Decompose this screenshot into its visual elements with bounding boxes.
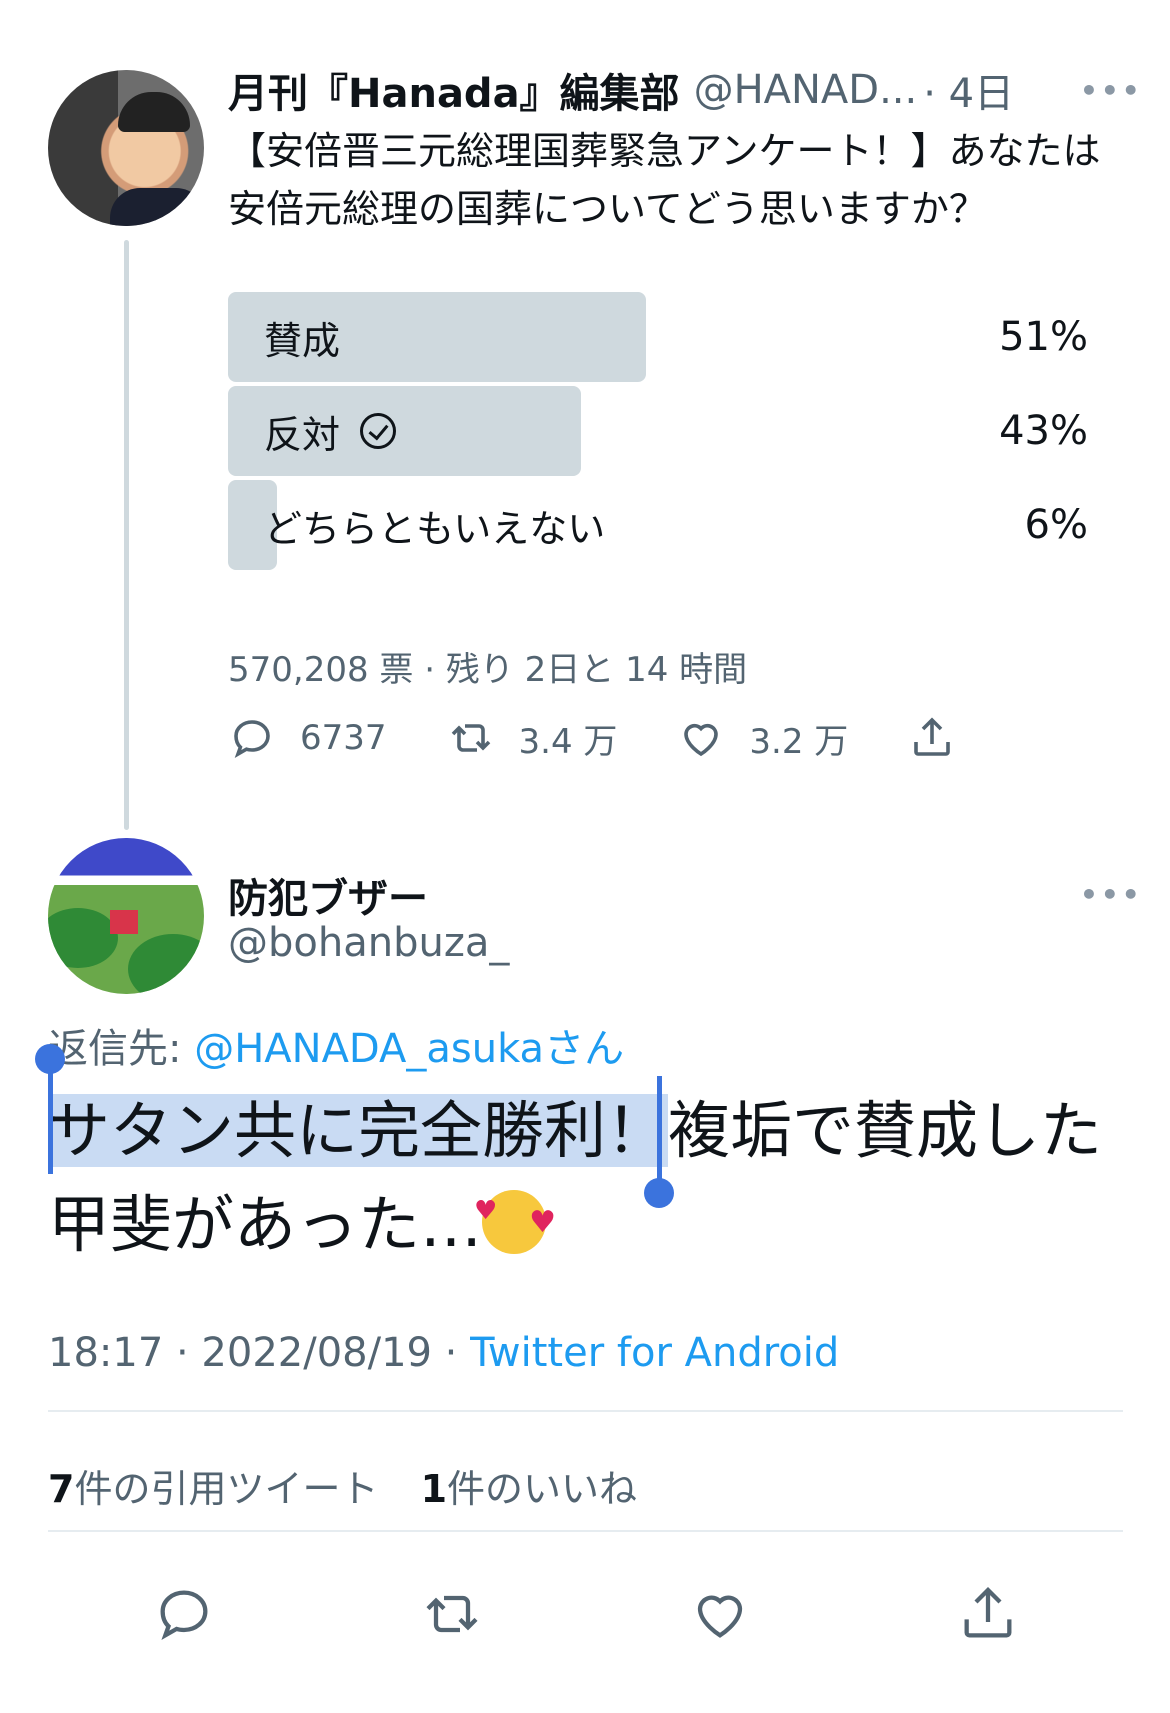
quoted-more-options-icon[interactable]: ••• [1080,74,1143,107]
replying-to-line: 返信先: @HANADA_asukaさん [48,1016,624,1074]
poll-option-percent: 43% [999,408,1088,454]
replying-to-prefix: 返信先: [48,1026,195,1072]
tweet-timestamp: 18:17 · 2022/08/19 · Twitter for Android [48,1330,839,1376]
heart-icon [684,723,719,757]
poll-option: 賛成 51% [228,292,1088,382]
heart-icon[interactable] [688,1582,752,1646]
poll-option-label: 反対 [264,412,341,457]
like-count: 3.2 万 [749,721,849,762]
avatar-suit-shape [110,188,204,226]
divider [48,1530,1123,1532]
reply-author-handle[interactable]: @bohanbuza_ [228,920,509,966]
quoted-author-handle[interactable]: @HANAD... [694,67,918,113]
divider [48,1410,1123,1412]
poll-option-label-wrap: 反対 [264,386,397,476]
reply-action-bar [0,1582,1170,1652]
quoted-author-avatar[interactable] [48,70,204,226]
poll-option: どちらともいえない 6% [228,480,1088,570]
avatar-house-shape [110,910,138,934]
avatar-hair-shape [118,92,190,132]
avatar-hill-shape [128,934,204,994]
reply-more-options-icon[interactable]: ••• [1080,878,1143,911]
share-action[interactable] [908,714,956,762]
poll-option: 反対 43% [228,386,1088,476]
smiling-face-with-hearts-icon [474,1164,556,1270]
retweet-count: 3.4 万 [518,721,618,762]
poll-option-percent: 51% [999,314,1088,360]
reply-action[interactable]: 6737 [228,714,387,762]
likes-stat[interactable]: 1件のいいね [421,1467,637,1511]
selection-start-handle[interactable] [35,1044,65,1174]
engagement-stats: 7件の引用ツイート 1件のいいね [48,1458,637,1513]
poll-option-percent: 6% [1024,502,1088,548]
reply-icon [234,720,270,758]
tweet-time-date[interactable]: 18:17 · 2022/08/19 · [48,1330,470,1376]
poll-meta: 570,208 票 · 残り 2日と 14 時間 [228,650,748,690]
avatar-hill-shape [48,908,118,968]
quoted-action-bar: 6737 3.4 万 3.2 万 [228,708,956,768]
selection-end-handle[interactable] [644,1076,674,1208]
reply-author-name[interactable]: 防犯ブザー [228,866,428,924]
voted-check-icon [360,413,397,449]
poll-option-label: どちらともいえない [264,506,606,551]
poll-option-label: 賛成 [264,318,341,363]
like-action[interactable]: 3.2 万 [677,714,848,763]
reply-icon[interactable] [152,1582,216,1646]
quoted-tweet-header: 月刊『Hanada』編集部 @HANAD... · 4日 [228,62,1014,118]
reply-tweet-text[interactable]: サタン共に完全勝利！複垢で賛成した甲斐があった… [48,1084,1128,1272]
selected-text[interactable]: サタン共に完全勝利！ [48,1094,669,1167]
reply-author-avatar[interactable] [48,838,204,994]
share-icon[interactable] [956,1582,1020,1646]
retweet-action[interactable]: 3.4 万 [447,714,618,763]
quoted-tweet-text: 【安倍晋三元総理国葬緊急アンケート！】あなたは安倍元総理の国葬についてどう思いま… [228,129,1101,231]
quote-tweets-stat[interactable]: 7件の引用ツイート [48,1467,378,1511]
reply-count: 6737 [300,718,387,758]
replying-to-link[interactable]: @HANADA_asukaさん [194,1026,624,1072]
quoted-author-name[interactable]: 月刊『Hanada』編集部 [228,61,680,119]
retweet-icon [451,724,490,752]
quoted-tweet-time[interactable]: · 4日 [923,61,1014,119]
tweet-source-link[interactable]: Twitter for Android [470,1330,839,1376]
thread-connector-line [124,240,129,830]
share-icon [914,717,951,756]
retweet-icon[interactable] [420,1582,484,1646]
